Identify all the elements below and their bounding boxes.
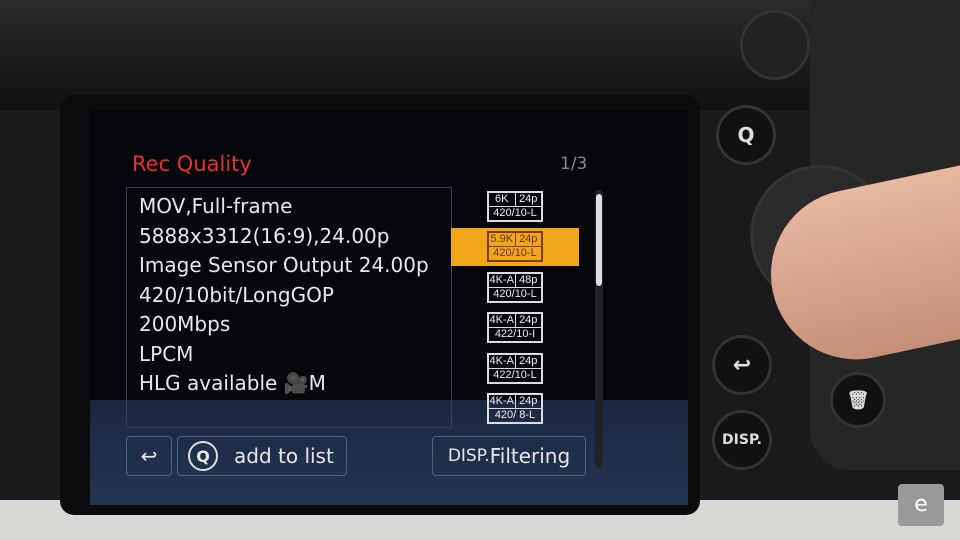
back-camera-button[interactable]: ↩ — [712, 335, 772, 395]
resolution: 4K-A — [489, 314, 516, 327]
filtering-button[interactable]: DISP. Filtering — [432, 436, 586, 476]
frame-rate: 24p — [519, 233, 538, 245]
format-option[interactable]: 4K-A 24p 420/ 8-L — [451, 390, 579, 428]
resolution: 4K-A — [489, 354, 516, 368]
format-info-panel: MOV,Full-frame 5888x3312(16:9),24.00p Im… — [126, 187, 452, 428]
back-button[interactable]: ↩ — [126, 436, 172, 476]
format-badge: 5.9K 24p 420/10-L — [487, 231, 543, 262]
format-option[interactable]: 4K-A 48p 420/10-L — [451, 268, 579, 306]
frame-rate: 24p — [519, 354, 538, 367]
page-title: Rec Quality — [132, 152, 252, 176]
q-button-icon: Q — [188, 441, 218, 471]
add-to-list-button[interactable]: Qadd to list — [177, 436, 347, 476]
info-line: Image Sensor Output 24.00p — [139, 253, 429, 277]
scrollbar[interactable] — [595, 190, 603, 468]
camera-lcd-screen: Rec Quality 1/3 MOV,Full-frame 5888x3312… — [90, 110, 688, 505]
info-line: LPCM — [139, 341, 194, 366]
disp-label: DISP. — [447, 446, 490, 466]
info-line: 420/10bit/LongGOP — [139, 282, 334, 307]
codec: 420/10-L — [493, 247, 537, 259]
format-badge: 6K 24p 420/10-L — [487, 190, 543, 222]
joystick[interactable] — [740, 10, 810, 80]
format-badge: 4K-A 24p 422/10-I — [487, 312, 543, 343]
format-badge: 4K-A 48p 420/10-L — [487, 271, 543, 303]
filtering-label: Filtering — [489, 444, 571, 468]
codec: 422/10-L — [493, 368, 537, 381]
format-option[interactable]: 5.9K 24p 420/10-L — [451, 227, 579, 266]
add-to-list-label: add to list — [234, 444, 334, 468]
q-camera-button[interactable]: Q — [716, 105, 776, 165]
scrollbar-thumb[interactable] — [596, 194, 602, 286]
resolution: 6K — [489, 192, 516, 206]
info-line: HLG available 🎥M — [139, 371, 326, 395]
codec: 420/10-L — [493, 206, 537, 219]
resolution: 5.9K — [489, 233, 516, 246]
disp-camera-button[interactable]: DISP. — [712, 410, 772, 470]
resolution: 4K-A — [489, 273, 516, 287]
trash-button[interactable]: 🗑 — [830, 372, 886, 428]
frame-rate: 48p — [519, 273, 538, 286]
info-line: MOV,Full-frame — [139, 194, 293, 218]
resolution: 4K-A — [489, 395, 516, 408]
watermark-logo: e — [898, 484, 944, 526]
format-option[interactable]: 4K-A 24p 422/10-I — [451, 309, 579, 347]
info-line: 200Mbps — [139, 312, 231, 336]
page-indicator: 1/3 — [560, 154, 588, 174]
format-badge: 4K-A 24p 420/ 8-L — [487, 393, 543, 424]
codec: 420/10-L — [493, 287, 537, 300]
format-option[interactable]: 6K 24p 420/10-L — [451, 187, 579, 225]
info-line: 5888x3312(16:9),24.00p — [139, 223, 390, 248]
codec: 422/10-I — [494, 328, 536, 340]
codec: 420/ 8-L — [494, 409, 536, 421]
frame-rate: 24p — [519, 314, 538, 326]
return-arrow-icon: ↩ — [140, 444, 158, 468]
frame-rate: 24p — [519, 192, 538, 205]
format-option[interactable]: 4K-A 24p 422/10-L — [451, 349, 579, 387]
frame-rate: 24p — [519, 395, 538, 407]
format-badge: 4K-A 24p 422/10-L — [487, 352, 543, 384]
